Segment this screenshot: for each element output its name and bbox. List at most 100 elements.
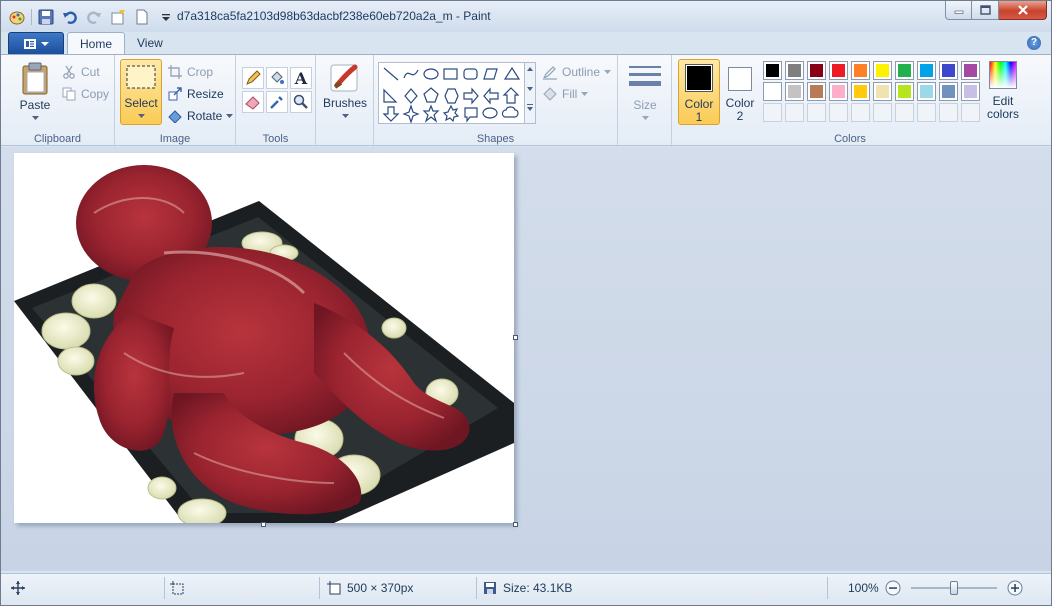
cut-label: Cut <box>81 65 100 79</box>
palette-custom-slot[interactable] <box>763 103 782 122</box>
line-size-icon <box>629 66 661 86</box>
drawing-canvas[interactable] <box>14 153 514 523</box>
zoom-text: 100% <box>848 581 879 595</box>
edit-colors-button[interactable]: Edit colors <box>984 61 1022 125</box>
customize-arrow-icon[interactable] <box>156 7 176 27</box>
palette-custom-slot[interactable] <box>829 103 848 122</box>
palette-swatch[interactable] <box>917 82 936 101</box>
paint-app-icon[interactable] <box>7 7 27 27</box>
palette-custom-slot[interactable] <box>895 103 914 122</box>
chevron-down-icon <box>226 113 234 118</box>
palette-swatch[interactable] <box>785 61 804 80</box>
palette-swatch[interactable] <box>829 61 848 80</box>
palette-swatch[interactable] <box>785 82 804 101</box>
palette-swatch[interactable] <box>873 82 892 101</box>
color2-button[interactable]: Color 2 <box>722 59 758 125</box>
resize-handle-corner[interactable] <box>513 522 518 527</box>
document-icon[interactable] <box>132 7 152 27</box>
magnifier-icon[interactable] <box>290 91 312 113</box>
pencil-icon[interactable] <box>242 67 264 89</box>
select-icon <box>126 65 156 89</box>
color2-number: 2 <box>736 109 744 123</box>
cut-button[interactable]: Cut <box>61 62 100 82</box>
save-icon[interactable] <box>36 7 56 27</box>
shapes-scroll[interactable] <box>524 62 536 124</box>
copy-button[interactable]: Copy <box>61 84 109 104</box>
color-palette <box>763 61 983 125</box>
rainbow-icon <box>989 61 1017 89</box>
outline-button[interactable]: Outline <box>542 62 612 82</box>
crop-button[interactable]: Crop <box>167 62 213 82</box>
palette-custom-slot[interactable] <box>785 103 804 122</box>
close-button[interactable] <box>999 1 1047 20</box>
workspace <box>1 147 1051 571</box>
palette-swatch[interactable] <box>763 82 782 101</box>
maximize-button[interactable] <box>972 1 999 20</box>
palette-swatch[interactable] <box>807 82 826 101</box>
tools-group: A Tools <box>236 55 316 147</box>
resize-handle-right[interactable] <box>513 335 518 340</box>
text-icon[interactable]: A <box>290 67 312 89</box>
eraser-icon[interactable] <box>242 91 264 113</box>
palette-swatch[interactable] <box>851 61 870 80</box>
color1-button[interactable]: Color 1 <box>678 59 720 125</box>
help-icon[interactable]: ? <box>1027 36 1041 50</box>
new-icon[interactable] <box>108 7 128 27</box>
zoom-in-icon[interactable] <box>1007 580 1023 596</box>
app-menu-button[interactable] <box>8 32 64 54</box>
shapes-gallery <box>378 62 530 124</box>
color1-number: 1 <box>695 110 703 124</box>
chevron-down-icon <box>31 116 39 120</box>
colors-group-label: Colors <box>834 133 866 145</box>
window-controls <box>945 1 1047 21</box>
status-bar: 500 × 370px Size: 43.1KB 100% <box>1 573 1051 605</box>
palette-swatch[interactable] <box>807 61 826 80</box>
palette-swatch[interactable] <box>829 82 848 101</box>
select-button[interactable]: Select <box>120 59 162 125</box>
palette-swatch[interactable] <box>961 82 980 101</box>
palette-custom-slot[interactable] <box>939 103 958 122</box>
canvas-size-icon <box>327 581 341 595</box>
color-picker-icon[interactable] <box>266 91 288 113</box>
redo-icon[interactable] <box>84 7 104 27</box>
resize-button[interactable]: Resize <box>167 84 224 104</box>
size-label: Size <box>633 98 657 112</box>
shapes-group-label: Shapes <box>476 133 515 145</box>
tab-home[interactable]: Home <box>67 32 126 55</box>
zoom-out-icon[interactable] <box>885 580 901 596</box>
palette-swatch[interactable] <box>939 61 958 80</box>
brushes-button[interactable]: Brushes <box>322 61 368 125</box>
minimize-button[interactable] <box>945 1 972 20</box>
palette-custom-slot[interactable] <box>917 103 936 122</box>
shapes-group: Outline Fill Shapes <box>374 55 618 147</box>
palette-custom-slot[interactable] <box>851 103 870 122</box>
palette-swatch[interactable] <box>895 61 914 80</box>
rotate-button[interactable]: Rotate <box>167 106 234 126</box>
chevron-down-icon <box>137 114 145 118</box>
fill-button[interactable]: Fill <box>542 84 589 104</box>
undo-icon[interactable] <box>60 7 80 27</box>
palette-swatch[interactable] <box>917 61 936 80</box>
ribbon-tab-row: Home View ? <box>1 32 1051 55</box>
zoom-controls: 100% <box>848 574 1023 602</box>
palette-swatch[interactable] <box>851 82 870 101</box>
resize-handle-bottom[interactable] <box>261 522 266 527</box>
zoom-slider[interactable] <box>910 580 997 596</box>
palette-swatch[interactable] <box>873 61 892 80</box>
palette-swatch[interactable] <box>895 82 914 101</box>
paste-icon <box>22 62 48 95</box>
tab-view[interactable]: View <box>125 32 175 54</box>
rotate-label: Rotate <box>187 109 223 123</box>
palette-custom-slot[interactable] <box>807 103 826 122</box>
palette-swatch[interactable] <box>939 82 958 101</box>
crop-label: Crop <box>187 65 214 79</box>
palette-swatch[interactable] <box>763 61 782 80</box>
paste-button[interactable]: Paste <box>15 61 55 123</box>
fill-bucket-icon[interactable] <box>266 67 288 89</box>
zoom-slider-thumb[interactable] <box>949 581 958 595</box>
palette-swatch[interactable] <box>961 61 980 80</box>
outline-label: Outline <box>562 65 601 79</box>
palette-custom-slot[interactable] <box>961 103 980 122</box>
size-button[interactable]: Size <box>624 63 666 125</box>
palette-custom-slot[interactable] <box>873 103 892 122</box>
